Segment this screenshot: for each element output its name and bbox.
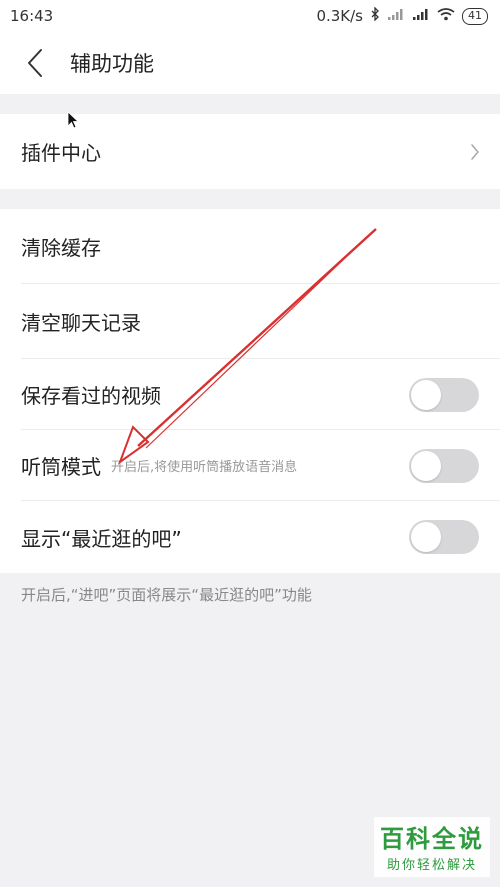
status-bar: 16:43 0.3K/s 41 bbox=[0, 0, 500, 32]
earpiece-mode-item: 听筒模式 开启后,将使用听筒播放语音消息 bbox=[0, 430, 500, 501]
toggle-knob bbox=[411, 522, 441, 552]
earpiece-mode-label: 听筒模式 bbox=[21, 455, 101, 479]
wifi-icon bbox=[437, 7, 455, 25]
plugin-center-label: 插件中心 bbox=[21, 141, 101, 165]
toggle-knob bbox=[411, 379, 441, 410]
chevron-right-icon bbox=[471, 143, 479, 160]
show-recent-label: 显示“最近逛的吧” bbox=[21, 526, 182, 551]
show-recent-item: 显示“最近逛的吧” bbox=[0, 501, 500, 573]
show-recent-toggle[interactable] bbox=[409, 520, 479, 554]
page-title: 辅助功能 bbox=[70, 52, 154, 76]
clear-cache-label: 清除缓存 bbox=[21, 236, 101, 260]
toggle-knob bbox=[411, 450, 441, 481]
signal-icon bbox=[412, 7, 430, 25]
bluetooth-icon bbox=[370, 6, 380, 25]
clear-chat-label: 清空聊天记录 bbox=[21, 311, 141, 335]
status-icons: 0.3K/s 41 bbox=[316, 6, 488, 25]
status-time: 16:43 bbox=[10, 7, 54, 25]
save-videos-toggle[interactable] bbox=[409, 377, 479, 412]
app-header: 辅助功能 bbox=[0, 32, 500, 94]
back-button[interactable] bbox=[0, 32, 70, 94]
signal-icon bbox=[387, 7, 405, 25]
settings-list: 清除缓存 清空聊天记录 保存看过的视频 听筒模式 开启后,将使用听筒播放语音消息… bbox=[0, 209, 500, 573]
battery-icon: 41 bbox=[462, 7, 488, 25]
save-videos-label: 保存看过的视频 bbox=[21, 384, 161, 408]
watermark-logo: 百科全说 助你轻松解决 bbox=[374, 817, 490, 877]
earpiece-mode-hint: 开启后,将使用听筒播放语音消息 bbox=[111, 460, 298, 475]
earpiece-mode-toggle[interactable] bbox=[409, 448, 479, 483]
chevron-left-icon bbox=[28, 49, 42, 77]
network-speed: 0.3K/s bbox=[316, 7, 363, 25]
footnote-text: 开启后,“进吧”页面将展示“最近逛的吧”功能 bbox=[21, 586, 312, 604]
watermark-title: 百科全说 bbox=[380, 825, 484, 853]
clear-chat-item[interactable]: 清空聊天记录 bbox=[0, 284, 500, 359]
clear-cache-item[interactable]: 清除缓存 bbox=[0, 209, 500, 284]
mouse-cursor-icon bbox=[67, 111, 79, 129]
watermark-subtitle: 助你轻松解决 bbox=[386, 858, 477, 873]
save-videos-item: 保存看过的视频 bbox=[0, 359, 500, 430]
